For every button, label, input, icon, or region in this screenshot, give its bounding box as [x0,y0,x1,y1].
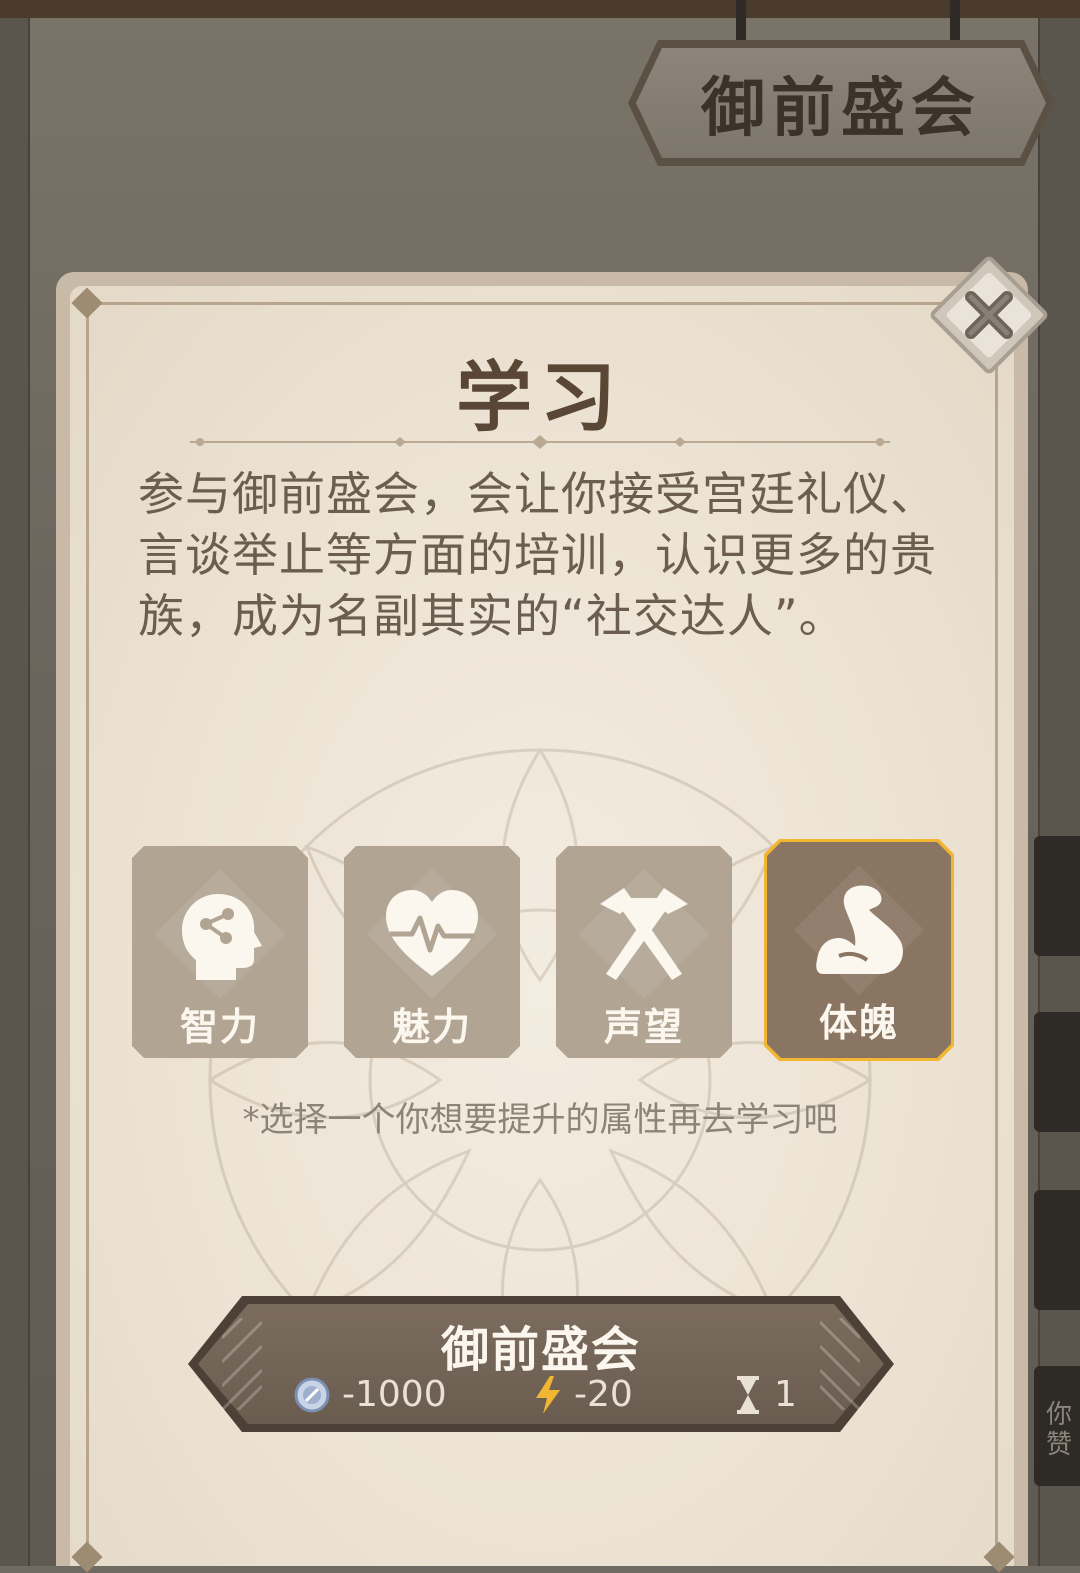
hourglass-icon [737,1375,759,1414]
cost-silver: -1000 [294,1374,447,1415]
right-panel-edge [1038,18,1080,1566]
left-panel-edge [0,18,30,1566]
cost-value: -20 [574,1374,633,1415]
attribute-label: 体魄 [818,1001,899,1045]
side-tab-label: 你赞 [1045,1400,1072,1460]
side-tab[interactable] [1034,836,1080,956]
attribute-option-physique[interactable]: 体魄 [767,842,951,1058]
cost-value: -1000 [342,1374,447,1415]
brain-head-icon [182,894,262,980]
cost-energy: -20 [534,1374,633,1415]
start-event-button[interactable]: 御前盛会 -1000 -20 1 [188,1296,894,1432]
sign-title: 御前盛会 [701,72,981,146]
title-divider [190,435,890,449]
attribute-option-prestige[interactable]: 声望 [556,846,732,1058]
crossed-hammers-icon [600,888,688,980]
attribute-label: 智力 [179,1005,260,1049]
attribute-option-charm[interactable]: 魅力 [344,846,520,1058]
cost-value: 1 [774,1374,797,1415]
attribute-label: 声望 [603,1005,684,1049]
dialog-title: 学习 [456,353,624,442]
close-icon [965,291,1013,339]
attribute-label: 魅力 [391,1005,472,1049]
button-label: 御前盛会 [440,1322,641,1378]
cost-time: 1 [734,1374,797,1415]
top-bar [0,0,1080,18]
lightning-energy-icon [536,1375,560,1414]
side-tab[interactable] [1034,1190,1080,1310]
selection-hint: *选择一个你想要提升的属性再去学习吧 [242,1100,838,1140]
flexed-arm-icon [816,885,903,974]
heartbeat-icon [386,890,478,976]
event-sign: 御前盛会 [636,48,1046,158]
dialog-description: 参与御前盛会，会让你接受宫廷礼仪、言谈举止等方面的培训，认识更多的贵族，成为名副… [138,467,937,643]
attribute-selector: 智力 魅力 声望 体魄 [132,839,954,1061]
attribute-option-intelligence[interactable]: 智力 [132,846,308,1058]
silver-coin-icon [294,1377,330,1412]
